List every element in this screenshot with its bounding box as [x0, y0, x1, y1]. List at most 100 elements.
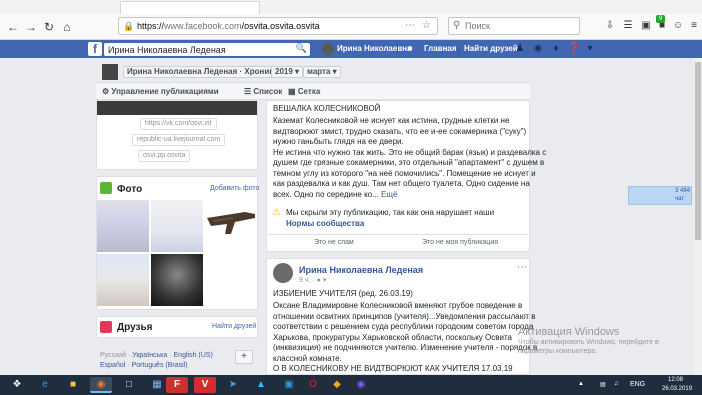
post-line: Оксане Владимировне Колесниковой вменяют… [273, 301, 523, 310]
back-icon[interactable]: ← [6, 20, 20, 34]
post-time[interactable]: 9 ч. · [299, 277, 317, 284]
lang-pt[interactable]: Português (Brasil) [132, 362, 188, 369]
divider [397, 44, 398, 54]
link-site[interactable]: osvi.pp.osvita [138, 150, 191, 162]
language-list-1: Русский · Українська · English (US) [100, 352, 213, 359]
lang-uk[interactable]: Українська [132, 352, 167, 359]
clock-time[interactable]: 12:08 [668, 377, 683, 383]
photo-thumb[interactable] [151, 254, 203, 306]
app-icon[interactable]: ▣ [278, 377, 300, 393]
url-host: www.facebook.com [164, 21, 242, 31]
volume-icon[interactable]: ♫ [614, 381, 619, 387]
settings-arrow-icon[interactable]: ▾ [584, 43, 596, 55]
sidebar-icon[interactable]: ▣ [640, 20, 652, 32]
library-icon[interactable]: ☰ [622, 20, 634, 32]
community-standards-link[interactable]: Нормы сообщества [286, 219, 364, 228]
year-select[interactable]: 2019 ▾ [271, 66, 304, 78]
browser-tab[interactable] [120, 1, 260, 14]
app-icon[interactable]: ◆ [326, 377, 348, 393]
post-line-text: всех. Одно по середине ко... [273, 189, 379, 199]
warning-icon: ⚠ [272, 207, 281, 218]
photo-thumb[interactable] [205, 200, 257, 252]
lang-en[interactable]: English (US) [174, 352, 213, 359]
extension-badge: 9 [656, 15, 665, 23]
app-icon[interactable]: □ [118, 377, 140, 393]
avatar[interactable] [322, 43, 334, 55]
post-title: ВЕШАЛКА КОЛЕСНИКОВОЙ [273, 104, 381, 113]
chat-label: чат [675, 196, 685, 202]
facebook-logo-icon[interactable]: f [88, 42, 102, 56]
post-line: видтворюют змист, трудно сказать, что ее… [273, 126, 527, 136]
chat-widget[interactable]: 3 484 чат [628, 186, 692, 205]
watermark-title: Активация Windows [518, 326, 620, 338]
account-icon[interactable]: ☺ [672, 20, 684, 32]
manage-posts-button[interactable]: ⚙ Управление публикациями [102, 86, 219, 98]
fb-search-input[interactable] [108, 44, 288, 55]
download-icon[interactable]: ⇩ [604, 20, 616, 32]
divider [268, 234, 528, 235]
start-icon[interactable]: ❖ [6, 377, 28, 393]
url-text[interactable]: https://www.facebook.com/osvita.osvita.o… [137, 21, 320, 31]
home-icon[interactable]: ⌂ [60, 20, 74, 34]
help-icon[interactable]: ❓ [568, 43, 580, 55]
browser-search-bar[interactable]: ⚲ [448, 17, 580, 35]
menu-icon[interactable]: ≡ [688, 20, 700, 32]
fb-search-box[interactable]: 🔍 [104, 43, 310, 56]
language-indicator[interactable]: ENG [630, 381, 645, 388]
friends-title[interactable]: Друзья [117, 322, 152, 333]
photo-thumb[interactable] [97, 254, 149, 306]
home-link[interactable]: Главная [424, 44, 457, 53]
add-photo-link[interactable]: Добавить фото [210, 185, 259, 192]
opera-icon[interactable]: O [302, 377, 324, 393]
explorer-icon[interactable]: ■ [62, 377, 84, 393]
profile-thumbnail[interactable] [102, 64, 118, 80]
grid-view-button[interactable]: ▦ Сетка [288, 86, 320, 98]
watermark-line: параметры компьютера. [518, 348, 598, 355]
windows-activation-watermark: Активация Windows Чтобы активировать Win… [518, 326, 659, 356]
add-language-button[interactable]: + [235, 350, 253, 364]
not-spam-button[interactable]: Это не спам [314, 239, 354, 246]
telegram-icon[interactable]: ➤ [222, 377, 244, 393]
messenger-icon[interactable]: ◉ [532, 43, 544, 55]
app-icon[interactable]: ◉ [350, 377, 372, 393]
post-author[interactable]: Ирина Николаевна Леденая [299, 265, 423, 275]
notifications-icon[interactable]: ♦ [550, 43, 562, 55]
watermark-line: Чтобы активировать Windows, перейдите в [518, 339, 659, 346]
photo-thumb[interactable] [151, 200, 203, 252]
bookmark-star-icon[interactable]: ☆ [422, 20, 431, 31]
list-view-button[interactable]: ☰ Список [244, 86, 282, 98]
vivaldi-icon[interactable]: V [194, 377, 216, 393]
post-line: классной комнате. [273, 353, 342, 363]
forward-icon[interactable]: → [24, 20, 38, 34]
month-select[interactable]: марта ▾ [303, 66, 341, 78]
photo-thumb[interactable] [97, 200, 149, 252]
firefox-icon[interactable]: ◉ [90, 377, 112, 393]
page-actions-icon[interactable]: ⋯ [405, 20, 415, 31]
clock-date[interactable]: 26.03.2019 [662, 386, 692, 392]
groups-icon[interactable]: ● [404, 43, 416, 55]
link-vk[interactable]: https://vk.com/osvi.vit [140, 118, 217, 130]
tray-icon[interactable]: ▲ [578, 381, 584, 387]
scrollbar-thumb[interactable] [695, 62, 701, 240]
more-options-icon[interactable]: ⋯ [517, 262, 527, 273]
link-livejournal[interactable]: republic-ua.livejournal.com [132, 134, 226, 146]
avatar[interactable] [273, 263, 293, 283]
photos-title[interactable]: Фото [117, 184, 142, 195]
app-icon[interactable]: ▲ [250, 377, 272, 393]
friend-requests-icon[interactable]: ♟ [514, 43, 526, 55]
ie-icon[interactable]: e [34, 377, 56, 393]
browser-search-input[interactable] [465, 20, 575, 32]
reload-icon[interactable]: ↻ [42, 20, 56, 34]
lang-es[interactable]: Español [100, 362, 125, 369]
address-bar[interactable]: 🔒 https://www.facebook.com/osvita.osvita… [118, 17, 438, 35]
search-icon[interactable]: 🔍 [296, 43, 307, 54]
filezilla-icon[interactable]: F [166, 377, 188, 393]
find-friends-link[interactable]: Найти друзей [212, 323, 256, 330]
network-icon[interactable]: ▤ [600, 381, 606, 388]
profile-link[interactable]: Ирина Николаевна [337, 44, 412, 53]
app-icon[interactable]: ▦ [146, 377, 168, 393]
not-my-post-button[interactable]: Это не моя публикация [422, 239, 498, 246]
see-more-link[interactable]: Ещё [381, 190, 397, 199]
find-friends-link[interactable]: Найти друзей [464, 44, 518, 53]
profile-select[interactable]: Ирина Николаевна Леденая · Хроника ▾ [123, 66, 288, 78]
